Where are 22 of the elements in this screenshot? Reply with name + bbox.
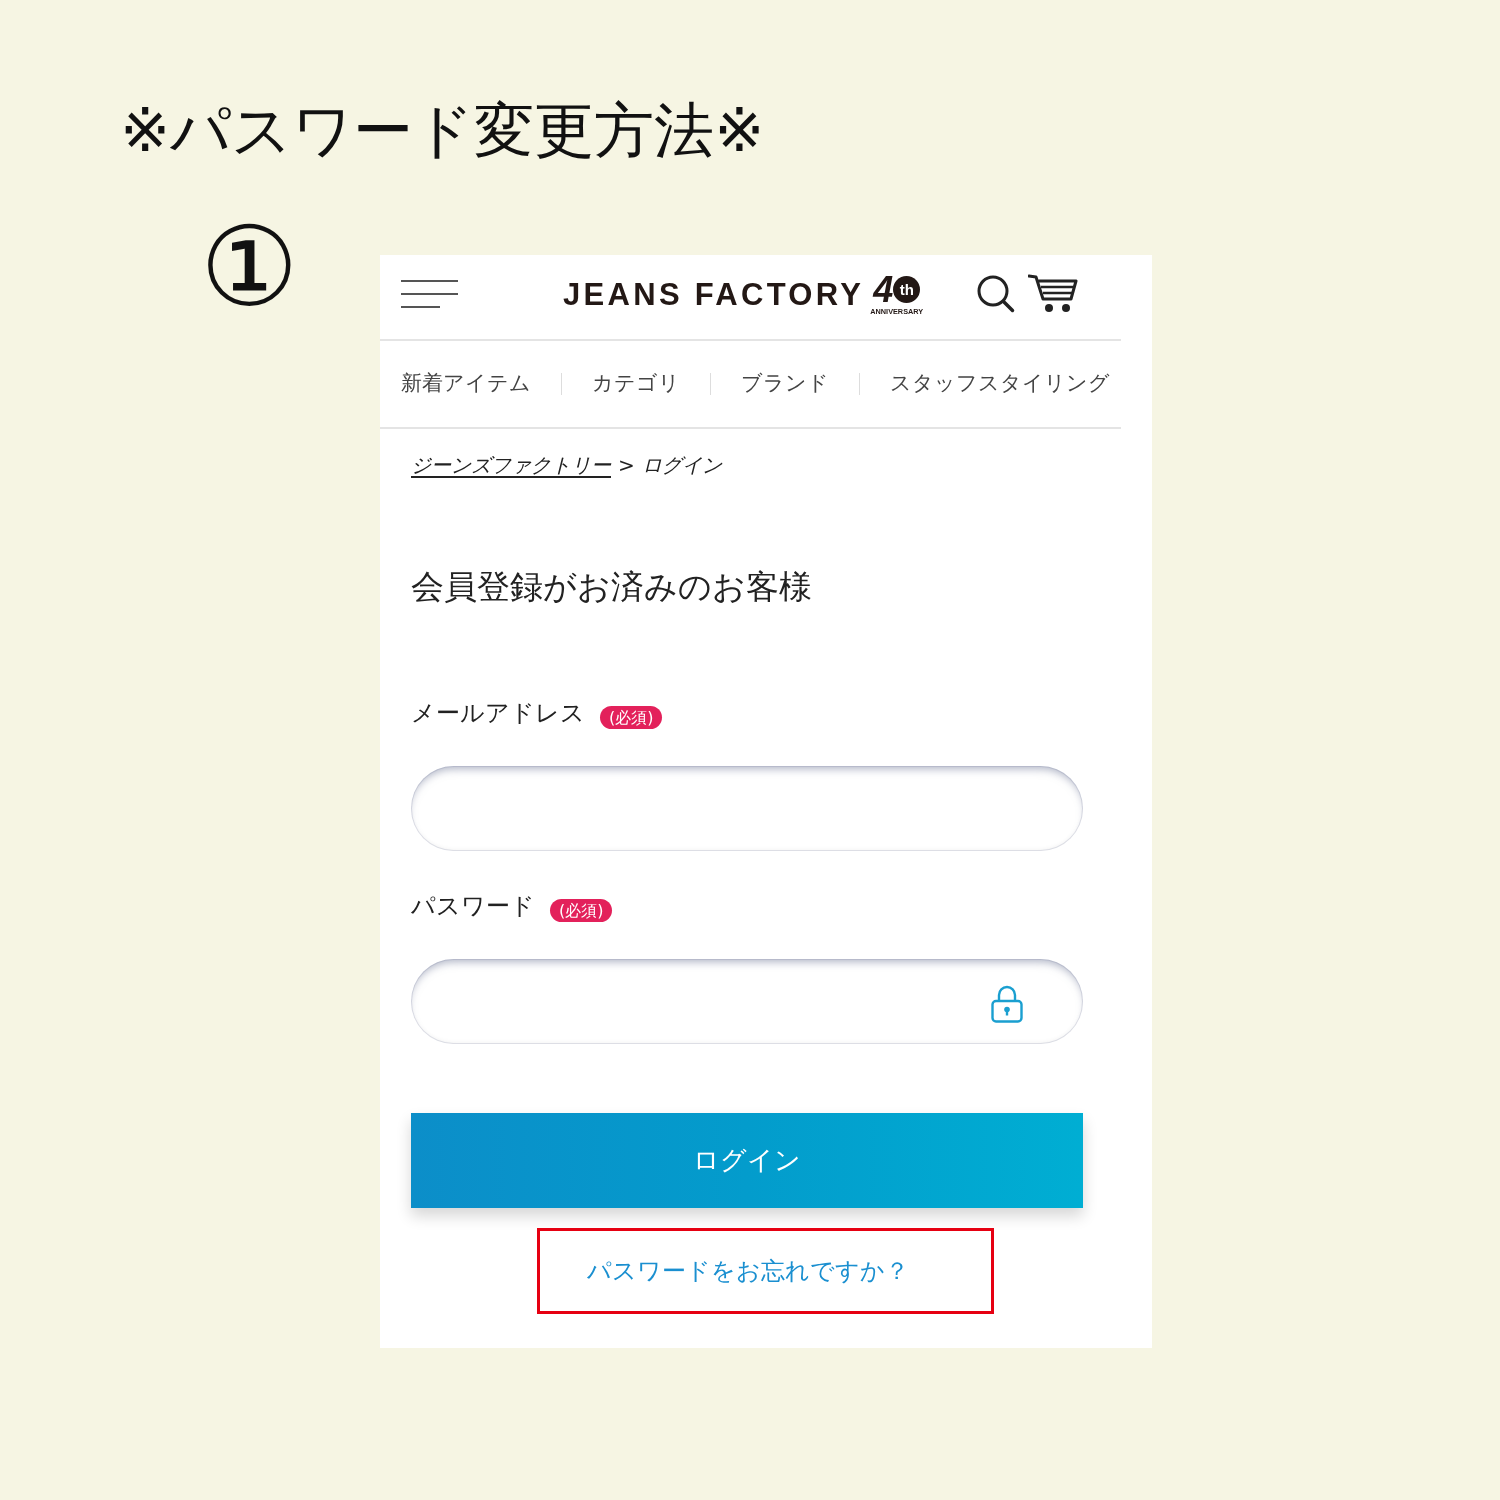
lock-icon: [991, 984, 1023, 1023]
anniversary-suffix: th: [893, 276, 921, 303]
forgot-password-link[interactable]: パスワードをお忘れですか？: [587, 1256, 909, 1286]
section-heading: 会員登録がお済みのお客様: [411, 569, 812, 606]
field-label: パスワード: [411, 891, 535, 921]
required-badge: (必須): [550, 898, 613, 922]
page-title: ※パスワード変更方法※: [120, 100, 765, 160]
search-icon[interactable]: [977, 275, 1016, 313]
field-label: メールアドレス: [411, 698, 585, 728]
nav-item[interactable]: ブランド: [741, 371, 829, 397]
required-badge: (必須): [600, 705, 663, 729]
cart-icon[interactable]: [1028, 274, 1079, 314]
breadcrumb-separator: >: [618, 453, 635, 477]
nav-item[interactable]: 新着アイテム: [401, 371, 531, 397]
menu-icon[interactable]: [401, 280, 458, 308]
nav-item[interactable]: スタッフスタイリング: [890, 371, 1110, 397]
breadcrumb-current: ログイン: [641, 453, 722, 477]
anniversary-number: 4: [873, 272, 894, 307]
nav-item[interactable]: カテゴリ: [592, 371, 680, 397]
breadcrumb-link[interactable]: ジーンズファクトリー: [411, 453, 611, 477]
step-number: ①: [200, 212, 299, 322]
logo-wordmark: JEANS FACTORY: [563, 278, 865, 310]
